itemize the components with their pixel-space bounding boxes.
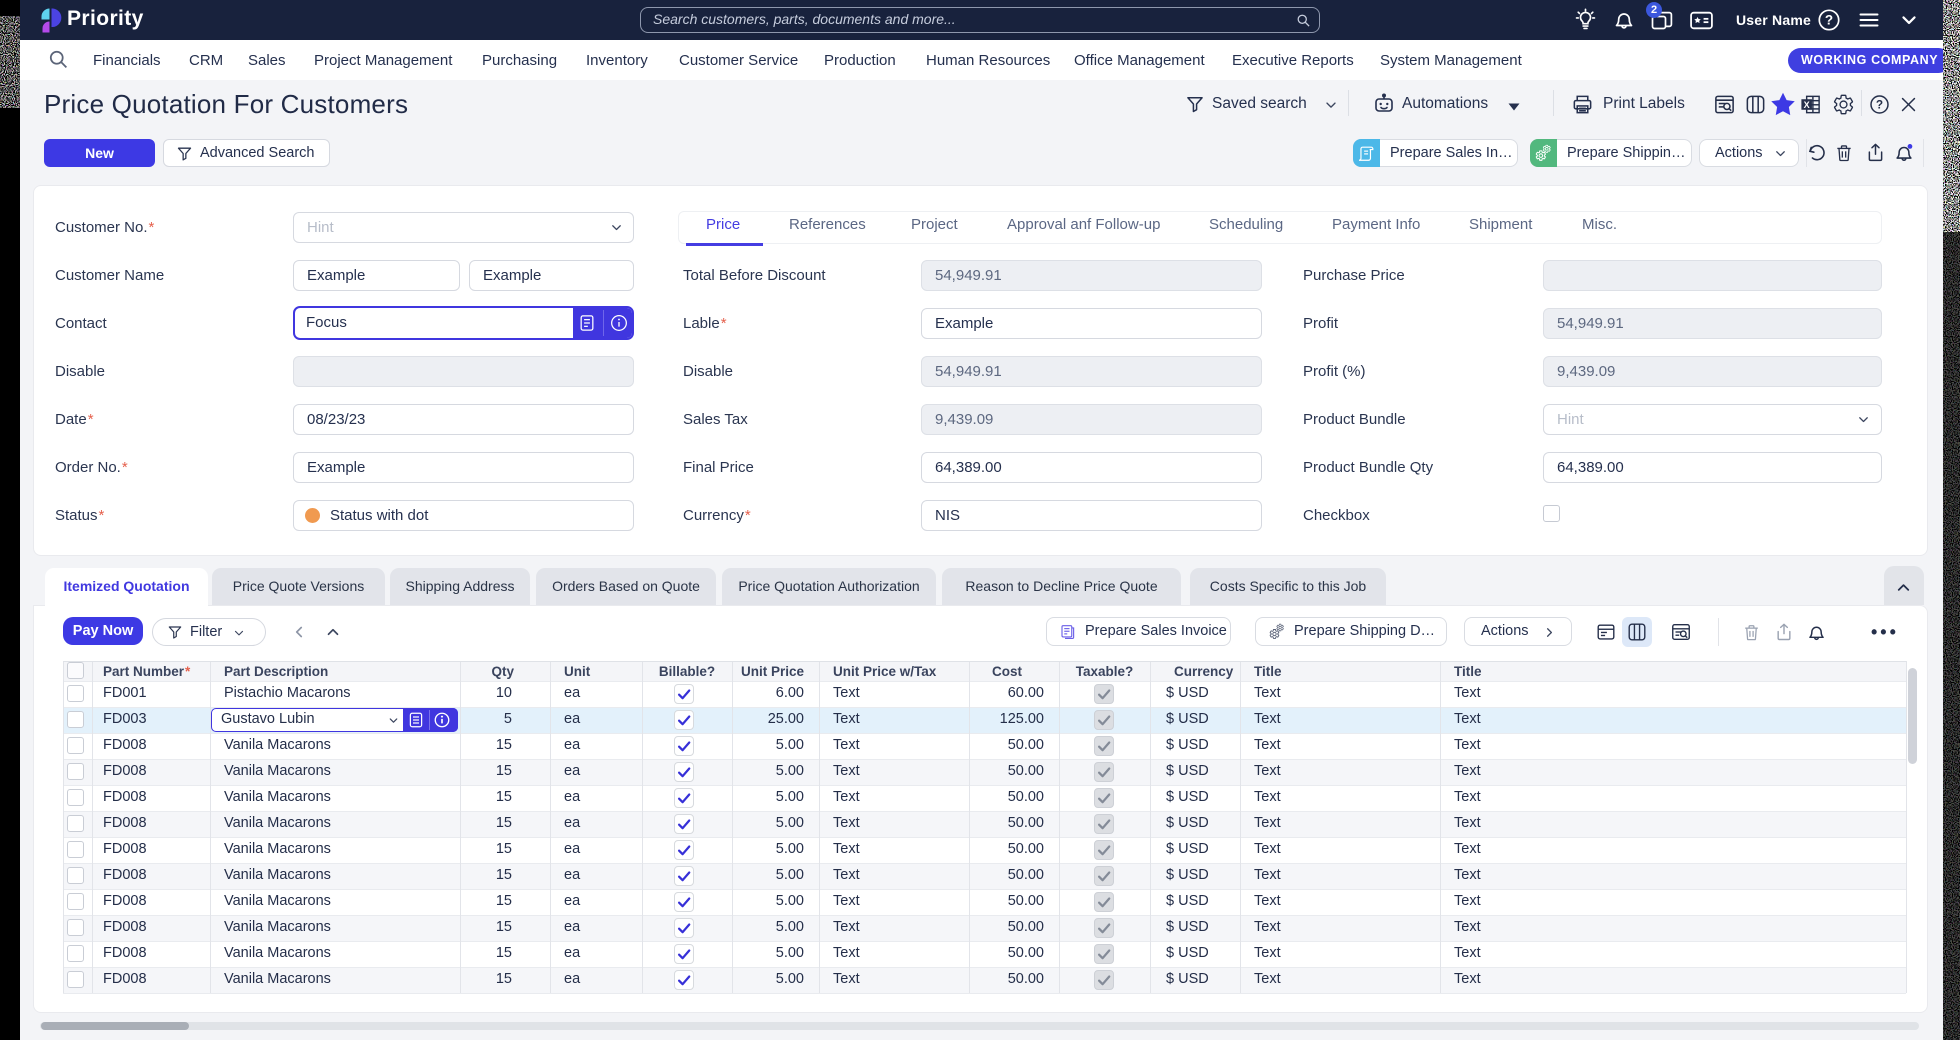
svg-text:?: ?: [1825, 13, 1833, 28]
svg-text:X: X: [1804, 100, 1810, 110]
svg-text:?: ?: [1876, 98, 1883, 112]
